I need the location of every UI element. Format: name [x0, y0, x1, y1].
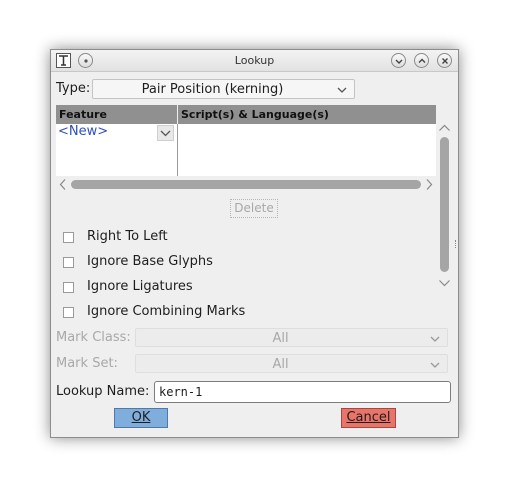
scroll-left-icon[interactable] [58, 178, 68, 195]
scripts-column-header: Script(s) & Language(s) [178, 105, 436, 124]
horizontal-scroll-thumb[interactable] [71, 180, 421, 189]
right-to-left-checkbox[interactable] [63, 232, 74, 243]
maximize-icon[interactable] [414, 53, 429, 68]
mark-set-value: All [272, 357, 289, 372]
chevron-down-icon [336, 84, 348, 99]
ignore-base-glyphs-checkbox[interactable] [63, 257, 74, 268]
minimize-icon[interactable] [391, 53, 406, 68]
mark-class-value: All [272, 331, 289, 346]
feature-dropdown-icon[interactable] [157, 125, 174, 141]
title-bar: Lookup [51, 50, 458, 72]
mark-set-select[interactable]: All [135, 354, 448, 373]
type-label: Type: [56, 81, 91, 96]
mark-set-label: Mark Set: [56, 356, 118, 371]
cancel-button[interactable]: Cancel [341, 408, 396, 428]
vertical-scrollbar[interactable] [437, 122, 452, 290]
lookup-name-label: Lookup Name: [56, 384, 150, 399]
ignore-base-glyphs-label: Ignore Base Glyphs [87, 254, 213, 269]
vertical-scroll-thumb[interactable] [440, 137, 449, 272]
mark-class-select[interactable]: All [135, 328, 448, 347]
scroll-up-icon[interactable] [438, 122, 451, 137]
chevron-down-icon [429, 359, 441, 374]
mark-class-label: Mark Class: [56, 330, 131, 345]
scroll-right-icon[interactable] [424, 178, 434, 195]
ok-button-label: OK [131, 410, 151, 425]
ignore-combining-marks-checkbox[interactable] [63, 307, 74, 318]
right-to-left-label: Right To Left [87, 229, 168, 244]
ignore-ligatures-checkbox[interactable] [63, 282, 74, 293]
close-icon[interactable] [437, 53, 452, 68]
scripts-cell[interactable] [178, 124, 436, 176]
resize-grip[interactable] [455, 240, 457, 248]
new-feature-entry[interactable]: <New> [58, 124, 108, 139]
feature-cell[interactable]: <New> [56, 124, 177, 176]
lookup-name-input[interactable]: kern-1 [154, 381, 451, 403]
ignore-ligatures-label: Ignore Ligatures [87, 279, 193, 294]
type-value: Pair Position (kerning) [141, 82, 284, 97]
chevron-down-icon [429, 333, 441, 348]
cancel-button-label: Cancel [346, 410, 391, 425]
ok-button[interactable]: OK [114, 408, 168, 428]
scroll-down-icon[interactable] [438, 277, 451, 292]
feature-column-header: Feature [56, 105, 177, 124]
horizontal-scrollbar[interactable] [56, 177, 436, 192]
ignore-combining-marks-label: Ignore Combining Marks [87, 304, 246, 319]
lookup-dialog: Lookup Type: Pair Position (kerning) Fea… [50, 49, 459, 438]
type-select[interactable]: Pair Position (kerning) [92, 79, 355, 99]
delete-button[interactable]: Delete [230, 199, 278, 218]
